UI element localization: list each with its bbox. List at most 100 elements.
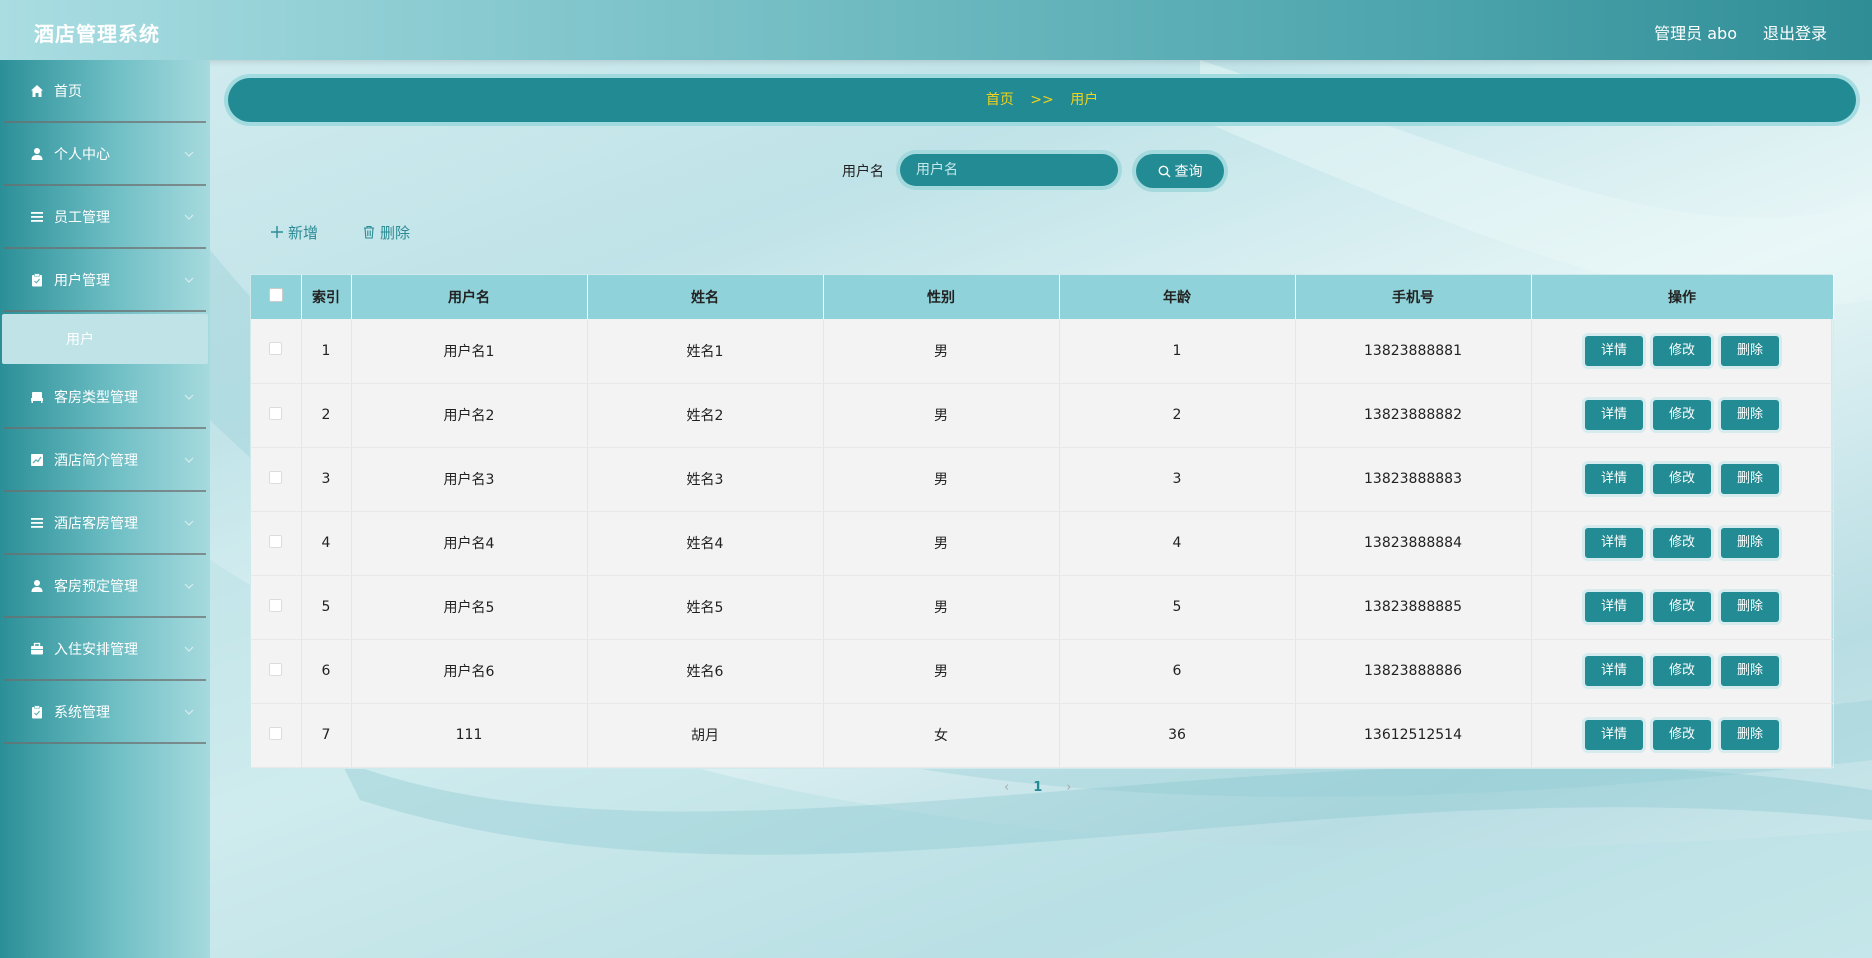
detail-button[interactable]: 详情 [1585, 720, 1643, 750]
cell-name: 胡月 [587, 703, 824, 768]
cell-phone: 13823888884 [1295, 511, 1532, 576]
pagination: ‹ 1 › [1004, 780, 1071, 795]
sidebar-item-label: 用户管理 [54, 272, 110, 289]
delete-button[interactable]: 删除 [1721, 464, 1779, 494]
sidebar-item-label: 入住安排管理 [54, 641, 138, 658]
sidebar-item-label: 客房预定管理 [54, 578, 138, 595]
delete-button[interactable]: 删除 [1721, 656, 1779, 686]
current-user-label: 管理员 abo [1654, 24, 1737, 43]
home-icon [31, 84, 43, 97]
table-row: 1 用户名1 姓名1 男 1 13823888881 详情 修改 删除 [251, 319, 1834, 384]
row-select-cell [251, 511, 302, 576]
breadcrumb-home-link[interactable]: 首页 [986, 92, 1014, 108]
edit-button[interactable]: 修改 [1653, 592, 1711, 622]
delete-button[interactable]: 删除 [1721, 528, 1779, 558]
sidebar-item-hotel-rooms[interactable]: 酒店客房管理 [4, 492, 206, 555]
cell-gender: 男 [823, 511, 1060, 576]
chevron-down-icon [184, 646, 194, 652]
row-checkbox[interactable] [269, 406, 283, 420]
edit-button[interactable]: 修改 [1653, 656, 1711, 686]
batch-delete-button[interactable]: 删除 [362, 220, 410, 244]
briefcase-icon [31, 642, 43, 654]
edit-button[interactable]: 修改 [1653, 464, 1711, 494]
chart-icon [31, 453, 43, 466]
add-button[interactable]: 新增 [270, 220, 318, 244]
next-page-icon[interactable]: › [1066, 780, 1071, 795]
clipboard-icon [32, 705, 42, 718]
sidebar-item-room-types[interactable]: 客房类型管理 [4, 366, 206, 429]
sidebar-item-home[interactable]: 首页 [4, 60, 206, 123]
sidebar-item-hotel-intro[interactable]: 酒店简介管理 [4, 429, 206, 492]
row-checkbox[interactable] [269, 470, 283, 484]
delete-button[interactable]: 删除 [1721, 400, 1779, 430]
chevron-down-icon [184, 583, 194, 589]
chevron-down-icon [184, 520, 194, 526]
batch-delete-label: 删除 [380, 223, 411, 242]
list-icon [31, 517, 43, 528]
sidebar-item-label: 首页 [54, 83, 82, 100]
cell-actions: 详情 修改 删除 [1531, 319, 1834, 384]
cell-username: 用户名3 [351, 447, 588, 512]
prev-page-icon[interactable]: ‹ [1004, 780, 1009, 795]
column-header-name: 姓名 [587, 275, 824, 319]
cell-actions: 详情 修改 删除 [1531, 511, 1834, 576]
cell-gender: 女 [823, 703, 1060, 768]
row-checkbox[interactable] [269, 598, 283, 612]
cell-index: 1 [301, 319, 352, 384]
trash-icon [364, 225, 374, 239]
cell-gender: 男 [823, 639, 1060, 704]
row-checkbox[interactable] [269, 662, 283, 676]
sidebar-subitem-user[interactable]: 用户 [2, 314, 208, 364]
clipboard-icon [32, 273, 42, 286]
edit-button[interactable]: 修改 [1653, 528, 1711, 558]
row-checkbox[interactable] [269, 534, 283, 548]
cell-name: 姓名6 [587, 639, 824, 704]
search-button[interactable]: 查询 [1136, 154, 1224, 188]
cell-phone: 13823888881 [1295, 319, 1532, 384]
delete-button[interactable]: 删除 [1721, 335, 1779, 366]
page-number[interactable]: 1 [1033, 780, 1042, 795]
user-icon [31, 579, 43, 592]
cell-index: 4 [301, 511, 352, 576]
column-header-age: 年龄 [1059, 275, 1296, 319]
detail-button[interactable]: 详情 [1585, 335, 1643, 366]
cell-username: 用户名6 [351, 639, 588, 704]
add-button-label: 新增 [288, 223, 319, 242]
cell-gender: 男 [823, 447, 1060, 512]
logout-link[interactable]: 退出登录 [1763, 20, 1827, 44]
select-all-checkbox[interactable] [268, 288, 283, 302]
detail-button[interactable]: 详情 [1585, 400, 1643, 430]
delete-button[interactable]: 删除 [1721, 720, 1779, 750]
row-select-cell [251, 319, 302, 384]
cell-age: 3 [1059, 447, 1296, 512]
table-row: 4 用户名4 姓名4 男 4 13823888884 详情 修改 删除 [251, 511, 1834, 576]
edit-button[interactable]: 修改 [1653, 335, 1711, 366]
row-checkbox[interactable] [269, 726, 283, 740]
detail-button[interactable]: 详情 [1585, 528, 1643, 558]
cell-name: 姓名3 [587, 447, 824, 512]
detail-button[interactable]: 详情 [1585, 464, 1643, 494]
row-select-cell [251, 575, 302, 640]
detail-button[interactable]: 详情 [1585, 592, 1643, 622]
sidebar-item-staff[interactable]: 员工管理 [4, 186, 206, 249]
search-input[interactable] [900, 154, 1118, 186]
app-title: 酒店管理系统 [34, 22, 160, 46]
edit-button[interactable]: 修改 [1653, 400, 1711, 430]
sidebar-item-system[interactable]: 系统管理 [4, 681, 206, 744]
sidebar-item-personal-center[interactable]: 个人中心 [4, 123, 206, 186]
cell-gender: 男 [823, 319, 1060, 384]
delete-button[interactable]: 删除 [1721, 592, 1779, 622]
sidebar-item-label: 系统管理 [54, 704, 110, 721]
sidebar-item-room-booking[interactable]: 客房预定管理 [4, 555, 206, 618]
detail-button[interactable]: 详情 [1585, 656, 1643, 686]
sidebar-item-users[interactable]: 用户管理 [4, 249, 206, 312]
cell-phone: 13823888883 [1295, 447, 1532, 512]
edit-button[interactable]: 修改 [1653, 720, 1711, 750]
user-icon [31, 147, 43, 160]
row-checkbox[interactable] [269, 342, 283, 356]
sidebar-item-label: 客房类型管理 [54, 389, 138, 406]
column-header-phone: 手机号 [1295, 275, 1532, 319]
cell-age: 4 [1059, 511, 1296, 576]
sidebar-item-check-in[interactable]: 入住安排管理 [4, 618, 206, 681]
cell-age: 6 [1059, 639, 1296, 704]
